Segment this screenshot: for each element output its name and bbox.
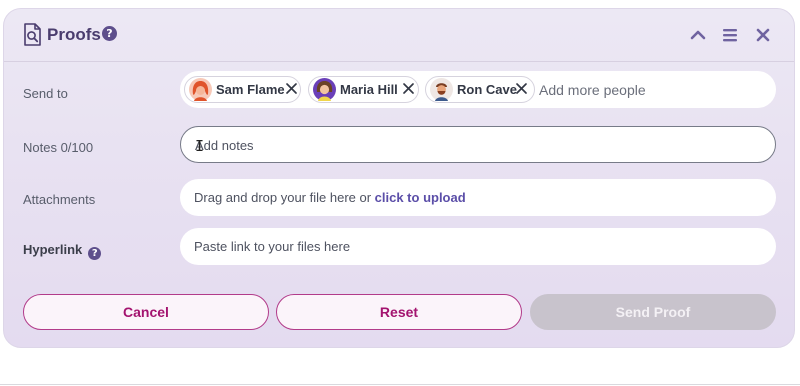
menu-icon[interactable] — [720, 25, 740, 45]
close-icon[interactable] — [753, 25, 773, 45]
proof-document-icon — [24, 23, 41, 46]
cancel-button[interactable]: Cancel — [23, 294, 269, 330]
send-to-label: Send to — [23, 86, 68, 101]
avatar — [430, 78, 453, 101]
avatar — [189, 78, 212, 101]
proofs-panel: Proofs ? Send to Sam Flame Maria Hill Ro… — [3, 8, 795, 348]
recipient-chip: Ron Cave — [425, 76, 535, 103]
hyperlink-field[interactable]: Paste link to your files here — [180, 228, 776, 265]
hyperlink-label-group: Hyperlink? — [23, 242, 102, 260]
hyperlink-placeholder: Paste link to your files here — [194, 239, 351, 254]
avatar — [313, 78, 336, 101]
attachments-label: Attachments — [23, 192, 96, 207]
recipient-name: Maria Hill — [340, 82, 398, 97]
recipient-name: Sam Flame — [216, 82, 285, 97]
divider — [0, 384, 800, 385]
panel-header: Proofs ? — [4, 9, 794, 62]
remove-recipient-icon[interactable] — [402, 82, 415, 95]
panel-title: Proofs — [47, 25, 101, 44]
recipient-name: Ron Cave — [457, 82, 517, 97]
hyperlink-label: Hyperlink — [23, 242, 83, 257]
notes-field[interactable]: Add notes I — [180, 126, 776, 163]
dropzone-text: Drag and drop your file here or click to… — [194, 190, 466, 205]
send-proof-button[interactable]: Send Proof — [530, 294, 776, 330]
recipient-chip: Maria Hill — [308, 76, 419, 103]
help-icon[interactable]: ? — [102, 26, 117, 41]
dropzone-prompt: Drag and drop your file here or — [194, 190, 375, 205]
remove-recipient-icon[interactable] — [515, 82, 528, 95]
remove-recipient-icon[interactable] — [285, 82, 298, 95]
add-people-input[interactable]: Add more people — [539, 82, 646, 98]
send-to-field[interactable]: Sam Flame Maria Hill Ron Cave Add more p… — [180, 71, 776, 108]
hyperlink-help-icon[interactable]: ? — [88, 247, 102, 260]
recipient-chip: Sam Flame — [184, 76, 301, 103]
text-cursor-icon: I — [195, 137, 205, 155]
reset-button[interactable]: Reset — [276, 294, 522, 330]
file-dropzone[interactable]: Drag and drop your file here or click to… — [180, 179, 776, 216]
upload-link[interactable]: click to upload — [375, 190, 466, 205]
notes-label: Notes 0/100 — [23, 140, 94, 155]
collapse-chevron-up-icon[interactable] — [688, 25, 708, 45]
